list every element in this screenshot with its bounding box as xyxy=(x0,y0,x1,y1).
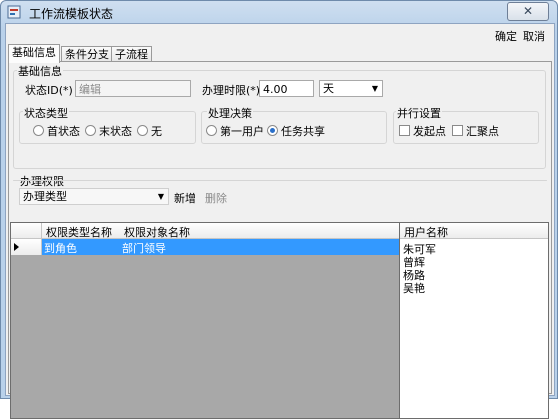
add-button[interactable]: 新增 xyxy=(174,190,196,206)
table-row[interactable]: 到角色 部门领导 xyxy=(11,239,399,255)
checkbox-merge-point[interactable]: 汇聚点 xyxy=(452,123,499,139)
radio-none-state[interactable]: 无 xyxy=(137,123,162,139)
cell-type-name[interactable]: 到角色 xyxy=(44,240,77,256)
workflow-template-state-window: 工作流模板状态 ✕ 确定 取消 基础信息 条件分支 子流程 基础信息 状态ID(… xyxy=(0,0,558,419)
tab-panel-basic-info: 基础信息 状态ID(*) 编辑 办理时限(*) 4.00 天 ▼ 状态类型 首状… xyxy=(8,61,552,419)
time-limit-label: 办理时限(*) xyxy=(202,84,261,97)
radio-last-state[interactable]: 末状态 xyxy=(85,123,132,139)
checkbox-square xyxy=(452,125,463,136)
radio-circle-checked xyxy=(267,125,278,136)
radio-circle xyxy=(206,125,217,136)
window-app-icon xyxy=(7,5,21,19)
user-list[interactable]: 用户名称 朱可军 曾辉 杨路 吴艳 xyxy=(399,222,549,419)
parallel-title: 并行设置 xyxy=(396,105,442,121)
permission-grid[interactable]: 权限类型名称 权限对象名称 到角色 部门领导 xyxy=(10,222,400,419)
time-unit-value: 天 xyxy=(323,82,334,95)
time-limit-field[interactable]: 4.00 xyxy=(259,80,314,97)
permission-title: 办理权限 xyxy=(19,173,65,189)
radio-circle xyxy=(137,125,148,136)
delete-button[interactable]: 删除 xyxy=(205,190,227,206)
title-bar[interactable]: 工作流模板状态 ✕ xyxy=(1,1,557,23)
radio-task-share[interactable]: 任务共享 xyxy=(267,123,325,139)
decision-title: 处理决策 xyxy=(207,105,253,121)
window-title: 工作流模板状态 xyxy=(29,7,114,21)
user-name-column-header[interactable]: 用户名称 xyxy=(404,224,448,240)
chevron-down-icon: ▼ xyxy=(157,192,164,201)
row-cells-selected[interactable]: 到角色 部门领导 xyxy=(42,239,399,255)
handle-type-dropdown[interactable]: 办理类型 ▼ xyxy=(19,188,169,205)
dialog-client-area: 确定 取消 基础信息 条件分支 子流程 基础信息 状态ID(*) 编辑 办理时限… xyxy=(5,23,555,419)
current-row-arrow-icon xyxy=(14,243,19,251)
chevron-down-icon: ▼ xyxy=(371,84,378,93)
radio-first-user[interactable]: 第一用户 xyxy=(206,123,264,139)
radio-last-state-label: 末状态 xyxy=(99,125,132,138)
column-header-object-name[interactable]: 权限对象名称 xyxy=(124,224,190,240)
permission-divider xyxy=(13,180,547,181)
radio-circle xyxy=(85,125,96,136)
tab-basic-info[interactable]: 基础信息 xyxy=(8,44,60,63)
checkbox-start-point-label: 发起点 xyxy=(413,125,446,138)
tab-sub-process[interactable]: 子流程 xyxy=(111,46,152,62)
column-header-type-name[interactable]: 权限类型名称 xyxy=(46,224,112,240)
checkbox-start-point[interactable]: 发起点 xyxy=(399,123,446,139)
checkbox-merge-point-label: 汇聚点 xyxy=(466,125,499,138)
state-id-field[interactable]: 编辑 xyxy=(75,80,191,97)
checkbox-square xyxy=(399,125,410,136)
basic-info-group-title: 基础信息 xyxy=(17,63,63,79)
cell-object-name[interactable]: 部门领导 xyxy=(122,240,166,256)
tab-condition-branch[interactable]: 条件分支 xyxy=(61,46,113,62)
state-type-title: 状态类型 xyxy=(23,105,69,121)
radio-first-state-label: 首状态 xyxy=(47,125,80,138)
radio-first-user-label: 第一用户 xyxy=(220,125,264,138)
radio-task-share-label: 任务共享 xyxy=(281,125,325,138)
state-id-label: 状态ID(*) xyxy=(25,84,73,97)
row-header[interactable] xyxy=(11,239,42,255)
user-list-header: 用户名称 xyxy=(400,223,548,239)
close-button[interactable]: ✕ xyxy=(507,2,549,21)
close-icon: ✕ xyxy=(522,4,534,18)
handle-type-value: 办理类型 xyxy=(23,190,67,203)
radio-circle xyxy=(33,125,44,136)
grid-header: 权限类型名称 权限对象名称 xyxy=(11,223,399,239)
radio-none-state-label: 无 xyxy=(151,125,162,138)
list-item[interactable]: 吴艳 xyxy=(403,280,425,296)
cancel-menu-item[interactable]: 取消 xyxy=(523,28,545,44)
confirm-menu-item[interactable]: 确定 xyxy=(495,28,517,44)
radio-first-state[interactable]: 首状态 xyxy=(33,123,80,139)
time-unit-dropdown[interactable]: 天 ▼ xyxy=(319,80,383,97)
grid-corner xyxy=(11,223,42,238)
